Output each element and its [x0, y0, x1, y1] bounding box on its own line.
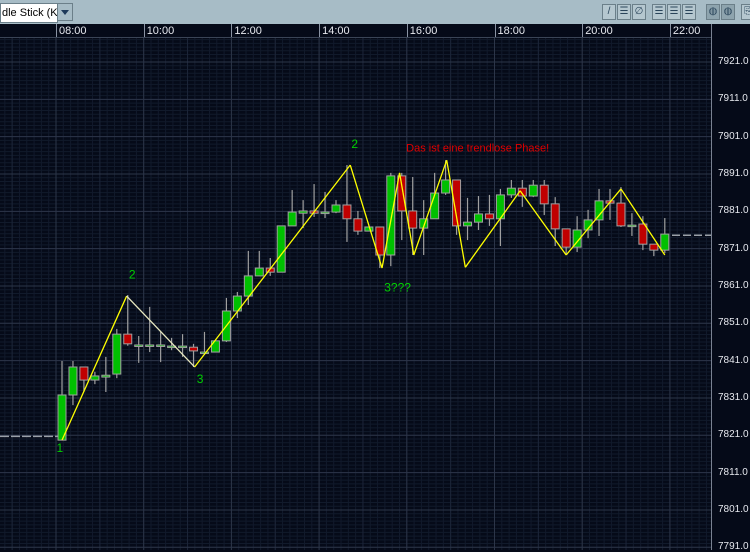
candle-doji: [134, 344, 144, 347]
price-tick-label: 7821.0: [718, 429, 749, 441]
candlestick-chart[interactable]: 1 2 3 2 3??? Das ist eine trendlose Phase!: [0, 38, 711, 550]
pattern-icon: ◍: [723, 6, 733, 17]
horizontal-line-button[interactable]: ☰: [617, 4, 631, 20]
candle-up: [528, 184, 538, 197]
time-tick-label: 16:00: [406, 24, 437, 37]
candle-down: [79, 366, 89, 381]
time-tick-label: 10:00: [143, 24, 174, 37]
price-tick-label: 7851.0: [718, 317, 749, 329]
candle-down: [408, 210, 418, 229]
grid-2-icon: ☰: [669, 6, 679, 17]
price-tick-label: 7921.0: [718, 56, 749, 67]
candle-down: [550, 203, 560, 230]
price-tick-label: 7841.0: [718, 354, 749, 366]
price-tick-label: 7811.0: [718, 466, 748, 478]
candle-doji: [178, 345, 188, 349]
annotation-label: 1: [57, 441, 64, 455]
candle-down: [342, 204, 352, 220]
time-tick-label: 08:00: [56, 24, 87, 37]
grid-2-button[interactable]: ☰: [667, 4, 681, 20]
grid-3-button[interactable]: ☰: [682, 4, 696, 20]
candle-down: [353, 218, 363, 232]
time-tick-label: 12:00: [231, 24, 262, 37]
price-tick-label: 7891.0: [718, 167, 749, 179]
annotation-label: 3: [197, 372, 204, 386]
price-tick-label: 7801.0: [718, 503, 749, 515]
price-tick-label: 7901.0: [718, 130, 749, 142]
chevron-down-icon[interactable]: [57, 3, 73, 21]
candle-down: [539, 184, 549, 205]
candle-down: [123, 333, 133, 345]
grid-1-icon: ☰: [654, 6, 664, 17]
candle-up: [660, 233, 670, 251]
globe-icon: ◍: [708, 6, 718, 17]
candle-down: [561, 228, 571, 248]
candle-down: [189, 346, 199, 352]
draw-line-icon: /: [607, 6, 611, 17]
candle-down: [616, 202, 626, 227]
price-tick-label: 7871.0: [718, 242, 749, 254]
grid-1-button[interactable]: ☰: [652, 4, 666, 20]
export-button[interactable]: ⎘: [741, 4, 750, 20]
price-tick-label: 7911.0: [718, 93, 748, 105]
horizontal-line-icon: ☰: [619, 6, 629, 17]
no-drawing-button[interactable]: ∅: [632, 4, 646, 20]
candle-up: [386, 175, 396, 256]
candle-up: [68, 366, 78, 396]
candle-up: [463, 221, 473, 227]
price-tick-label: 7831.0: [718, 391, 749, 403]
candle-down: [649, 243, 659, 251]
pattern-button[interactable]: ◍: [721, 4, 735, 20]
annotation-label: 3???: [384, 281, 411, 295]
candle-down: [484, 213, 494, 220]
candle-doji: [320, 211, 330, 215]
candle-up: [594, 200, 604, 221]
chart-type-select[interactable]: dle Stick (Ke: [0, 3, 58, 23]
time-tick-label: 22:00: [669, 24, 700, 37]
draw-line-button[interactable]: /: [602, 4, 616, 20]
candle-up: [506, 187, 516, 196]
export-icon: ⎘: [744, 6, 750, 17]
candle-up: [90, 375, 100, 381]
candle-up: [331, 204, 341, 213]
price-axis[interactable]: 7921.0 7911.0 7901.0 7891.0 7881.0 7871.0 7861…: [711, 24, 750, 552]
zigzag-segment: [446, 160, 466, 268]
candle-up: [112, 333, 122, 375]
candle-up: [298, 210, 308, 214]
annotation-label: 2: [351, 137, 358, 151]
candle-doji: [627, 224, 637, 228]
candle-doji: [145, 344, 155, 347]
candle-doji: [156, 344, 166, 347]
time-tick-label: 20:00: [582, 24, 613, 37]
price-tick-label: 7881.0: [718, 205, 749, 217]
chart-type-value: dle Stick (Ke: [2, 7, 58, 19]
candle-up: [101, 374, 111, 378]
candle-down: [397, 175, 407, 212]
price-tick-label: 7861.0: [718, 279, 749, 291]
candle-up: [441, 179, 451, 194]
no-drawing-icon: ∅: [634, 6, 644, 17]
annotation-label: Das ist eine trendlose Phase!: [406, 143, 549, 155]
candle-up: [254, 267, 264, 277]
time-axis: 08:00 10:00 12:00 14:00 16:00 18:00 20:00 22:00: [0, 24, 711, 38]
time-tick-label: 18:00: [494, 24, 525, 37]
candle-up: [287, 211, 297, 227]
candle-up: [276, 225, 286, 273]
candle-up: [473, 213, 483, 223]
globe-button[interactable]: ◍: [706, 4, 720, 20]
grid-3-icon: ☰: [684, 6, 694, 17]
price-tick-label: 7791.0: [718, 541, 749, 552]
time-tick-label: 14:00: [319, 24, 350, 37]
annotation-label: 2: [129, 268, 136, 282]
chart-toolbar: dle Stick (Ke / ☰ ∅ ☰ ☰ ☰ ◍ ◍ ⎘: [0, 0, 750, 25]
